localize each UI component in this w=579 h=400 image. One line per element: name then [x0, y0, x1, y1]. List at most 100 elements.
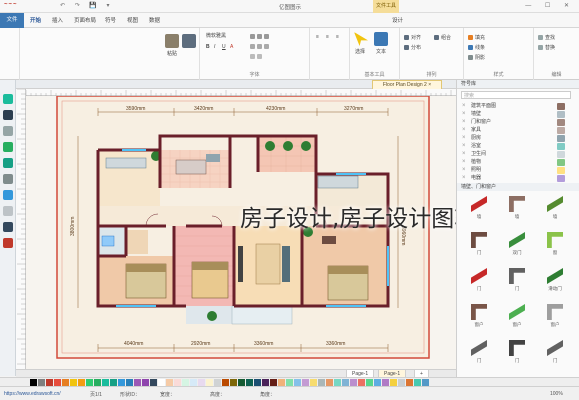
- color-swatch[interactable]: [254, 379, 261, 386]
- color-swatch[interactable]: [422, 379, 429, 386]
- color-swatch[interactable]: [262, 379, 269, 386]
- library-item-close-icon[interactable]: ×: [462, 134, 466, 142]
- color-swatch[interactable]: [238, 379, 245, 386]
- library-shape[interactable]: 门: [503, 338, 531, 368]
- library-shape[interactable]: 门: [465, 338, 493, 368]
- color-swatch[interactable]: [302, 379, 309, 386]
- library-item-close-icon[interactable]: ×: [462, 150, 466, 158]
- align-center-button[interactable]: ≡: [326, 34, 329, 40]
- align-button[interactable]: 对齐: [411, 35, 421, 41]
- library-item-close-icon[interactable]: ×: [462, 118, 466, 126]
- library-shape[interactable]: 门: [465, 230, 493, 260]
- tab-data[interactable]: 数据: [149, 16, 160, 24]
- group-button[interactable]: 组合: [441, 35, 451, 41]
- paste-icon[interactable]: [165, 34, 179, 48]
- library-item-close-icon[interactable]: ×: [462, 102, 466, 110]
- color-swatch[interactable]: [230, 379, 237, 386]
- shapes-icon[interactable]: [3, 94, 13, 104]
- replace-button[interactable]: 替换: [545, 45, 555, 51]
- color-swatch[interactable]: [94, 379, 101, 386]
- bold-button[interactable]: B: [206, 44, 210, 50]
- library-item-close-icon[interactable]: ×: [462, 158, 466, 166]
- font-name-box[interactable]: 微软雅黑: [206, 32, 226, 39]
- color-swatch[interactable]: [198, 379, 205, 386]
- library-shape[interactable]: 墙: [465, 194, 493, 224]
- library-shape[interactable]: 窗户: [541, 302, 569, 332]
- color-swatch[interactable]: [150, 379, 157, 386]
- tab-page-layout[interactable]: 页面布局: [74, 16, 96, 24]
- library-item[interactable]: 植物: [471, 158, 531, 166]
- library-search-input[interactable]: 搜索: [461, 91, 571, 99]
- image-icon[interactable]: [3, 142, 13, 152]
- color-swatch[interactable]: [54, 379, 61, 386]
- color-swatch[interactable]: [278, 379, 285, 386]
- color-swatch[interactable]: [102, 379, 109, 386]
- color-swatch[interactable]: [294, 379, 301, 386]
- color-swatch[interactable]: [214, 379, 221, 386]
- library-shape[interactable]: 双门: [503, 230, 531, 260]
- library-section-header[interactable]: 墙壁、门和窗户: [457, 183, 579, 191]
- color-swatch[interactable]: [326, 379, 333, 386]
- tab-home[interactable]: 开始: [30, 16, 41, 24]
- color-swatch[interactable]: [398, 379, 405, 386]
- layers-icon[interactable]: [3, 110, 13, 120]
- color-swatch[interactable]: [358, 379, 365, 386]
- shadow-button[interactable]: 阴影: [475, 55, 485, 61]
- library-shape[interactable]: 窗户: [465, 302, 493, 332]
- color-swatch[interactable]: [366, 379, 373, 386]
- color-swatch[interactable]: [406, 379, 413, 386]
- library-shape[interactable]: 窗: [541, 230, 569, 260]
- library-item-close-icon[interactable]: ×: [462, 166, 466, 174]
- color-swatch[interactable]: [334, 379, 341, 386]
- font-color-button[interactable]: A: [230, 44, 233, 50]
- color-swatch[interactable]: [134, 379, 141, 386]
- library-item[interactable]: 卫生间: [471, 150, 531, 158]
- fill-button[interactable]: 填充: [475, 35, 485, 41]
- library-shape[interactable]: 滑动门: [541, 266, 569, 296]
- color-swatch[interactable]: [286, 379, 293, 386]
- color-swatch[interactable]: [414, 379, 421, 386]
- library-item[interactable]: 浴室: [471, 142, 531, 150]
- pages-icon[interactable]: [3, 126, 13, 136]
- comment-icon[interactable]: [3, 206, 13, 216]
- status-link[interactable]: https://www.edrawsoft.cn/: [4, 391, 61, 397]
- library-shape[interactable]: 墙: [541, 194, 569, 224]
- color-swatch[interactable]: [30, 379, 37, 386]
- data-icon[interactable]: [3, 158, 13, 168]
- tab-insert[interactable]: 插入: [52, 16, 63, 24]
- distribute-button[interactable]: 分布: [411, 45, 421, 51]
- hyperlink-icon[interactable]: [3, 238, 13, 248]
- color-swatch[interactable]: [158, 379, 165, 386]
- find-icon[interactable]: [3, 222, 13, 232]
- color-swatch[interactable]: [174, 379, 181, 386]
- color-swatch[interactable]: [374, 379, 381, 386]
- color-swatch[interactable]: [206, 379, 213, 386]
- italic-button[interactable]: I: [214, 44, 215, 50]
- zoom-level[interactable]: 100%: [550, 391, 563, 397]
- align-right-button[interactable]: ≡: [336, 34, 339, 40]
- document-tab[interactable]: Floor Plan Design 2 ×: [372, 80, 442, 89]
- align-left-button[interactable]: ≡: [316, 34, 319, 40]
- line-button[interactable]: 线条: [475, 45, 485, 51]
- tab-view[interactable]: 视图: [127, 16, 138, 24]
- color-swatch[interactable]: [190, 379, 197, 386]
- color-swatch[interactable]: [38, 379, 45, 386]
- color-swatch[interactable]: [318, 379, 325, 386]
- color-swatch[interactable]: [78, 379, 85, 386]
- color-swatch[interactable]: [62, 379, 69, 386]
- color-swatch[interactable]: [246, 379, 253, 386]
- library-item[interactable]: 家具: [471, 126, 531, 134]
- color-swatch[interactable]: [270, 379, 277, 386]
- history-icon[interactable]: [3, 190, 13, 200]
- select-tool-icon[interactable]: [354, 32, 368, 46]
- color-swatch[interactable]: [166, 379, 173, 386]
- color-swatch[interactable]: [110, 379, 117, 386]
- library-item[interactable]: 照明: [471, 166, 531, 174]
- tab-file[interactable]: 文件: [0, 13, 24, 28]
- library-item-close-icon[interactable]: ×: [462, 174, 466, 182]
- library-item[interactable]: 墙壁: [471, 110, 531, 118]
- library-item-close-icon[interactable]: ×: [462, 110, 466, 118]
- library-item[interactable]: 电器: [471, 174, 531, 182]
- library-item[interactable]: 门和窗户: [471, 118, 531, 126]
- properties-icon[interactable]: [3, 174, 13, 184]
